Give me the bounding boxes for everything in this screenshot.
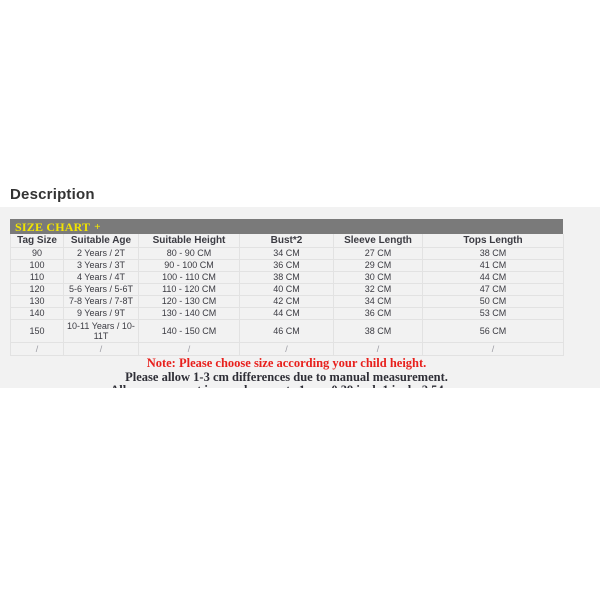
cell-tops-length: / [422,342,564,356]
table-row: 120 5-6 Years / 5-6T 110 - 120 CM 40 CM … [10,283,564,296]
cell-tag-size: 110 [10,271,64,284]
column-header-suitable-height: Suitable Height [138,234,240,248]
cell-suitable-height: 80 - 90 CM [138,247,240,260]
bottom-white-area [0,388,600,600]
note-line-tolerance: Please allow 1-3 cm differences due to m… [125,369,448,384]
cell-tag-size: / [10,342,64,356]
cell-bust: 34 CM [239,247,334,260]
table-row: 100 3 Years / 3T 90 - 100 CM 36 CM 29 CM… [10,259,564,272]
cell-tag-size: 150 [10,319,64,343]
cell-sleeve-length: 36 CM [333,307,423,320]
cell-suitable-age: 5-6 Years / 5-6T [63,283,139,296]
cell-suitable-height: 110 - 120 CM [138,283,240,296]
table-row: 130 7-8 Years / 7-8T 120 - 130 CM 42 CM … [10,295,564,308]
cell-bust: 36 CM [239,259,334,272]
column-header-suitable-age: Suitable Age [63,234,139,248]
cell-suitable-height: 100 - 110 CM [138,271,240,284]
column-header-bust: Bust*2 [239,234,334,248]
cell-sleeve-length: 34 CM [333,295,423,308]
cell-suitable-age: 9 Years / 9T [63,307,139,320]
cell-sleeve-length: 30 CM [333,271,423,284]
table-row: 90 2 Years / 2T 80 - 90 CM 34 CM 27 CM 3… [10,247,564,260]
cell-suitable-age: 4 Years / 4T [63,271,139,284]
cell-tops-length: 56 CM [422,319,564,343]
cell-bust: 42 CM [239,295,334,308]
cell-tag-size: 120 [10,283,64,296]
cell-sleeve-length: 38 CM [333,319,423,343]
cell-suitable-height: 130 - 140 CM [138,307,240,320]
cell-tag-size: 140 [10,307,64,320]
cell-tag-size: 130 [10,295,64,308]
note-line-choose-size: Note: Please choose size according your … [146,356,427,370]
cell-tops-length: 53 CM [422,307,564,320]
cell-suitable-age: / [63,342,139,356]
cell-bust: 40 CM [239,283,334,296]
description-heading: Description [10,186,95,203]
cell-suitable-height: / [138,342,240,356]
table-row: 140 9 Years / 9T 130 - 140 CM 44 CM 36 C… [10,307,564,320]
top-white-area: Description [0,0,600,207]
size-chart-header-bar[interactable]: SIZE CHART + [10,219,563,234]
cell-bust: 46 CM [239,319,334,343]
column-header-sleeve-length: Sleeve Length [333,234,423,248]
table-row: / / / / / / [10,342,564,356]
table-header-row: Tag Size Suitable Age Suitable Height Bu… [10,234,564,248]
cell-sleeve-length: 32 CM [333,283,423,296]
cell-suitable-height: 120 - 130 CM [138,295,240,308]
size-chart-table: Tag Size Suitable Age Suitable Height Bu… [10,234,564,356]
description-panel: SIZE CHART + Tag Size Suitable Age Suita… [0,207,600,397]
cell-suitable-height: 140 - 150 CM [138,319,240,343]
cell-suitable-height: 90 - 100 CM [138,259,240,272]
cell-tops-length: 44 CM [422,271,564,284]
cell-suitable-age: 10-11 Years / 10-11T [63,319,139,343]
expand-plus-icon[interactable]: + [94,221,100,233]
cell-suitable-age: 7-8 Years / 7-8T [63,295,139,308]
cell-tag-size: 100 [10,259,64,272]
cell-tag-size: 90 [10,247,64,260]
size-chart-title: SIZE CHART [15,219,91,234]
size-chart-block: SIZE CHART + Tag Size Suitable Age Suita… [10,219,564,398]
cell-suitable-age: 3 Years / 3T [63,259,139,272]
column-header-tops-length: Tops Length [422,234,564,248]
cell-sleeve-length: 27 CM [333,247,423,260]
cell-sleeve-length: / [333,342,423,356]
cell-tops-length: 38 CM [422,247,564,260]
cell-tops-length: 50 CM [422,295,564,308]
cell-tops-length: 41 CM [422,259,564,272]
column-header-tag-size: Tag Size [10,234,64,248]
table-row: 150 10-11 Years / 10-11T 140 - 150 CM 46… [10,319,564,343]
cell-tops-length: 47 CM [422,283,564,296]
cell-suitable-age: 2 Years / 2T [63,247,139,260]
cell-bust: / [239,342,334,356]
table-row: 110 4 Years / 4T 100 - 110 CM 38 CM 30 C… [10,271,564,284]
cell-sleeve-length: 29 CM [333,259,423,272]
cell-bust: 44 CM [239,307,334,320]
cell-bust: 38 CM [239,271,334,284]
